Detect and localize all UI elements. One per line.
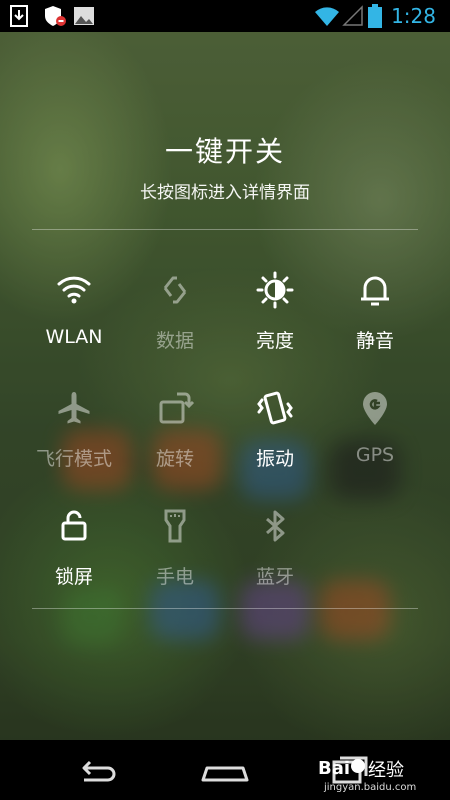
toggle-vibrate[interactable]: 振动 (225, 388, 325, 488)
wifi-icon (54, 270, 94, 310)
toggle-label: 静音 (355, 330, 394, 352)
toggle-label: 手电 (155, 566, 194, 588)
shield-alert-icon (42, 4, 66, 28)
image-icon (72, 4, 96, 28)
toggle-airplane[interactable]: 飞行模式 (24, 388, 124, 488)
toggle-label: 亮度 (255, 330, 294, 352)
toggle-lockscreen[interactable]: 锁屏 (24, 506, 124, 606)
baidu-logo-icon: Bai (318, 752, 368, 782)
wifi-icon (314, 5, 340, 27)
gps-icon (355, 388, 395, 428)
toggle-gps[interactable]: GPS (325, 388, 425, 488)
toggle-brightness[interactable]: 亮度 (225, 270, 325, 370)
toggle-label: GPS (355, 444, 395, 466)
back-icon[interactable] (70, 750, 130, 790)
watermark-url: jingyan.baidu.com (324, 782, 417, 793)
panel-title: 一键开关 (164, 135, 285, 168)
vibrate-icon (255, 388, 295, 428)
svg-text:Bai: Bai (318, 758, 350, 779)
toggle-label: 锁屏 (54, 566, 93, 588)
panel-subtitle: 长按图标进入详情界面 (140, 183, 310, 203)
toggle-rotate[interactable]: 旋转 (125, 388, 225, 488)
signal-icon (342, 5, 364, 27)
toggle-bluetooth[interactable]: 蓝牙 (225, 506, 325, 606)
toggle-wlan[interactable]: WLAN (24, 270, 124, 370)
toggle-label: 飞行模式 (35, 448, 112, 470)
bottom-divider (32, 608, 418, 609)
status-bar: 1:28 (0, 0, 450, 32)
toggle-flashlight[interactable]: 手电 (125, 506, 225, 606)
bluetooth-icon (255, 506, 295, 546)
home-icon[interactable] (195, 750, 255, 790)
toggle-label: 旋转 (155, 448, 194, 470)
battery-icon (368, 4, 382, 28)
download-icon (8, 4, 32, 28)
toggle-label: WLAN (45, 326, 103, 348)
toggle-data[interactable]: 数据 (125, 270, 225, 370)
flashlight-icon (155, 506, 195, 546)
rotate-icon (155, 388, 195, 428)
baidu-watermark: Bai 经验 jingyan.baidu.com (316, 748, 446, 798)
toggle-label: 蓝牙 (255, 566, 294, 588)
lock-icon (54, 506, 94, 546)
quick-toggle-screen: 1:28 一键开关 长按图标进入详情界面 WLAN 数据 亮度 静音 飞行模式 … (0, 0, 450, 800)
brightness-icon (255, 270, 295, 310)
watermark-text: 经验 (368, 760, 404, 781)
top-divider (32, 229, 418, 230)
clock: 1:28 (391, 4, 436, 28)
data-sync-icon (155, 270, 195, 310)
toggle-label: 数据 (155, 330, 194, 352)
airplane-icon (54, 388, 94, 428)
toggle-mute[interactable]: 静音 (325, 270, 425, 370)
bell-icon (355, 270, 395, 310)
toggle-label: 振动 (255, 448, 294, 470)
